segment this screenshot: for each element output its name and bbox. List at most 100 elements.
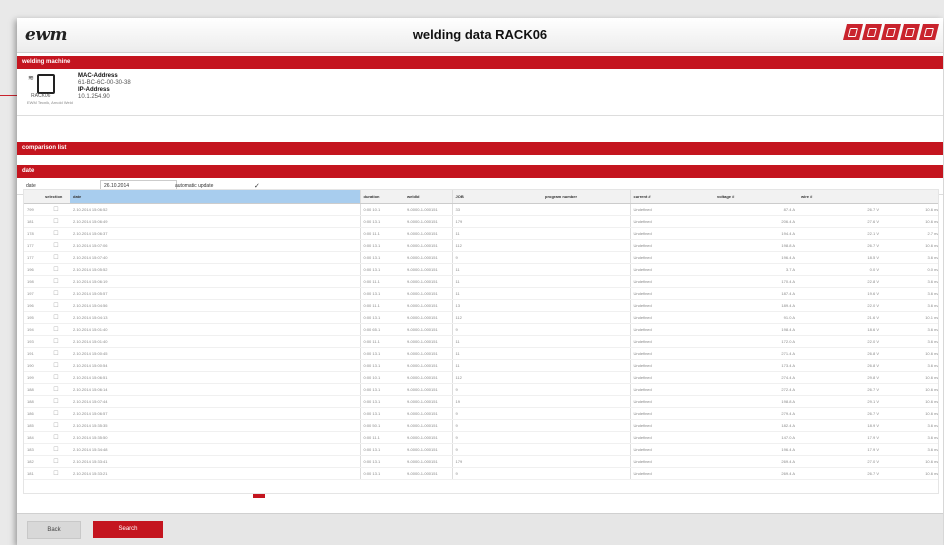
table-row[interactable]: 188 ☐ 2.10.2014 15:06:14 0:00 13.1 9-0000-1-… [24,383,938,396]
section-welding-machine[interactable]: welding machine [17,56,943,69]
table-cell [542,227,630,240]
table-cell: 0:00 11.1 [359,431,404,444]
table-cell[interactable]: ☐ [42,419,70,432]
table-row[interactable]: 178 ☐ 2.10.2014 15:06:37 0:00 11.1 9-0000-1-… [24,227,938,240]
col-header-extra[interactable] [882,190,938,204]
welding-machine-icon[interactable] [37,74,55,94]
table-cell[interactable]: ☐ [42,275,70,288]
table-cell[interactable]: ☐ [42,227,70,240]
table-cell: 9-0000-1-000151 [404,395,452,408]
table-row[interactable]: 198 ☐ 2.10.2014 15:06:19 0:00 11.1 9-0000-1-… [24,275,938,288]
table-cell: 10.6 m/min [882,371,938,384]
table-cell: 9-0000-1-000151 [404,431,452,444]
table-cell: 3.6 m/min [882,419,938,432]
table-row[interactable]: 181 ☐ 2.10.2014 15:33:21 0:00 13.1 9-0000-1-… [24,467,938,480]
col-header-program-number[interactable]: program number [542,190,630,204]
table-cell: 27.0 V [798,455,882,468]
table-cell[interactable]: ☐ [42,251,70,264]
table-cell: 196 [24,299,42,312]
table-row[interactable]: 188 ☐ 2.10.2014 15:07:44 0:00 13.1 9-0000-1-… [24,395,938,408]
table-cell[interactable]: ☐ [42,371,70,384]
table-row[interactable]: 191 ☐ 2.10.2014 15:00:45 0:00 13.1 9-0000-1-… [24,347,938,360]
col-header-wire[interactable]: wire # [798,190,882,204]
col-header-duration[interactable]: duration [359,190,404,204]
search-button[interactable]: Search [93,521,163,538]
table-cell: 2.10.2014 15:01:40 [70,323,360,336]
table-row[interactable]: 193 ☐ 2.10.2014 15:01:40 0:00 11.1 9-0000-1-… [24,335,938,348]
table-cell: 11 [451,275,542,288]
table-cell: 11 [451,347,542,360]
table-row[interactable]: 194 ☐ 2.10.2014 15:01:40 0:00 65.1 9-0000-1-… [24,323,938,336]
col-header-job[interactable]: JOB [451,190,542,204]
table-cell[interactable]: ☐ [42,467,70,480]
col-header-weldld[interactable]: weldld [404,190,452,204]
table-cell[interactable]: ☐ [42,431,70,444]
table-cell: 184 [24,431,42,444]
col-header-selection[interactable]: selection [42,190,70,204]
col-header-voltage[interactable]: voltage # [714,190,798,204]
table-cell: 9 [451,431,542,444]
table-cell[interactable]: ☐ [42,323,70,336]
table-header: selection date duration weldld JOB progr… [24,190,938,204]
table-cell[interactable]: ☐ [42,383,70,396]
col-header-index[interactable] [24,190,42,204]
table-cell: 9-0000-1-000151 [404,467,452,480]
table-row[interactable]: 199 ☐ 2.10.2014 15:06:51 0:00 10.1 9-0000-1-… [24,371,938,384]
table-row[interactable]: 182 ☐ 2.10.2014 15:33:41 0:00 13.1 9-0000-1-… [24,455,938,468]
table-cell: 0.0 m/min [882,263,938,276]
table-cell[interactable]: ☐ [42,359,70,372]
table-cell: 9 [451,323,542,336]
table-cell: Undefined [629,407,714,420]
table-cell [542,347,630,360]
table-row[interactable]: 197 ☐ 2.10.2014 15:05:57 0:00 13.1 9-0000-1-… [24,287,938,300]
table-cell: 178 [24,227,42,240]
table-row[interactable]: 195 ☐ 2.10.2014 15:04:13 0:00 13.1 9-0000-1-… [24,311,938,324]
table-cell[interactable]: ☐ [42,215,70,228]
scrollbar-thumb[interactable] [253,494,265,498]
table-row[interactable]: 186 ☐ 2.10.2014 15:06:57 0:00 13.1 9-0000-1-… [24,407,938,420]
table-cell[interactable]: ☐ [42,299,70,312]
table-cell[interactable]: ☐ [42,443,70,456]
table-cell: 33 [451,203,542,216]
table-cell[interactable]: ☐ [42,347,70,360]
table-cell[interactable]: ☐ [42,287,70,300]
table-cell[interactable]: ☐ [42,203,70,216]
back-button[interactable]: Back [27,521,81,539]
table-cell[interactable]: ☐ [42,311,70,324]
table-row[interactable]: 799 ☐ 2.10.2014 15:06:52 0:00 10.1 9-0000-1-… [24,203,938,216]
table-row[interactable]: 183 ☐ 2.10.2014 15:34:48 0:00 13.1 9-0000-1-… [24,443,938,456]
table-cell: 2.10.2014 15:06:49 [70,215,360,228]
table-cell: 0:00 13.1 [359,455,404,468]
table-cell: 2.10.2014 15:04:13 [70,311,360,324]
table-cell: 10.6 m/min [882,467,938,480]
table-cell[interactable]: ☐ [42,407,70,420]
table-row[interactable]: 196 ☐ 2.10.2014 15:05:52 0:00 13.1 9-0000-1-… [24,263,938,276]
table-cell: 9 [451,251,542,264]
col-header-date[interactable]: date [70,190,360,204]
table-row[interactable]: 181 ☐ 2.10.2014 15:06:49 0:00 13.1 9-0000-1-… [24,215,938,228]
table-cell[interactable]: ☐ [42,455,70,468]
table-row[interactable]: 196 ☐ 2.10.2014 15:04:56 0:00 11.1 9-0000-1-… [24,299,938,312]
table-cell: 21.6 V [798,311,882,324]
table-cell[interactable]: ☐ [42,263,70,276]
table-cell[interactable]: ☐ [42,335,70,348]
section-comparison-list[interactable]: comparison list [17,142,943,155]
table-cell: 18.6 V [798,323,882,336]
welding-data-table[interactable]: selection date duration weldld JOB progr… [23,189,939,494]
col-header-current[interactable]: current # [629,190,714,204]
table-row[interactable]: 177 ☐ 2.10.2014 15:07:06 0:00 13.1 9-0000-1-… [24,239,938,252]
table-cell: 279.4 A [714,407,798,420]
table-row[interactable]: 190 ☐ 2.10.2014 15:00:54 0:00 13.1 9-0000-1-… [24,359,938,372]
table-cell[interactable]: ☐ [42,395,70,408]
table-cell: 13 [451,299,542,312]
table-row[interactable]: 185 ☐ 2.10.2014 15:35:35 0:00 50.1 9-0000-1-… [24,419,938,432]
table-cell: 0:00 65.1 [359,323,404,336]
table-row[interactable]: 184 ☐ 2.10.2014 15:35:50 0:00 11.1 9-0000-1-… [24,431,938,444]
table-cell[interactable]: ☐ [42,239,70,252]
table-row[interactable]: 177 ☐ 2.10.2014 15:07:40 0:00 13.1 9-0000-1-… [24,251,938,264]
ip-value: 10.1.254.90 [78,94,110,100]
section-date[interactable]: date [17,165,943,178]
ewm-square-icon [919,24,939,40]
table-cell: 10.6 m/min [882,215,938,228]
table-cell: 191 [24,347,42,360]
